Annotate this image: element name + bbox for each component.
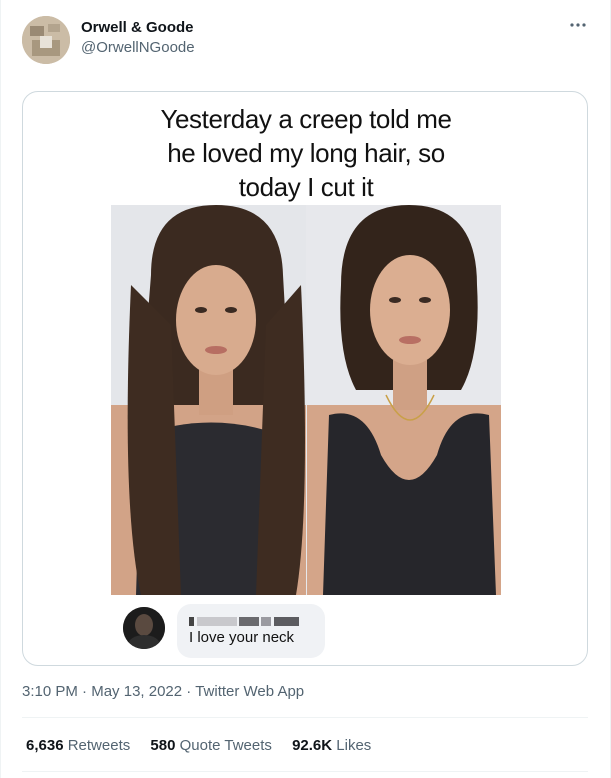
- commenter-avatar: [123, 607, 165, 649]
- caption-line: Yesterday a creep told me: [160, 104, 452, 134]
- facebook-comment: I love your neck: [123, 604, 493, 658]
- likes-label: Likes: [336, 737, 372, 754]
- quote-tweets-stat[interactable]: 580 Quote Tweets: [150, 737, 271, 754]
- tweet: Orwell & Goode @OrwellNGoode Yesterday a…: [0, 0, 611, 778]
- tweet-source[interactable]: Twitter Web App: [195, 683, 304, 700]
- more-options-icon[interactable]: [567, 18, 589, 32]
- avatar-image: [22, 16, 70, 64]
- before-after-photo: [111, 205, 501, 595]
- quote-tweets-label: Quote Tweets: [179, 737, 272, 754]
- likes-stat[interactable]: 92.6K Likes: [292, 737, 371, 754]
- tweet-time[interactable]: 3:10 PM: [22, 683, 78, 700]
- meta-separator: ·: [182, 683, 196, 700]
- author-avatar[interactable]: [22, 16, 70, 64]
- author-name[interactable]: Orwell & Goode: [81, 19, 194, 36]
- retweets-stat[interactable]: 6,636 Retweets: [26, 737, 130, 754]
- tweet-media[interactable]: Yesterday a creep told me he loved my lo…: [22, 91, 588, 666]
- meme-image: Yesterday a creep told me he loved my lo…: [111, 92, 501, 665]
- tweet-stats: 6,636 Retweets 580 Quote Tweets 92.6K Li…: [26, 737, 387, 754]
- quote-tweets-count: 580: [150, 737, 176, 754]
- comment-text: I love your neck: [189, 629, 295, 646]
- retweets-count: 6,636: [26, 737, 64, 754]
- tweet-meta: 3:10 PM · May 13, 2022 · Twitter Web App: [22, 683, 304, 700]
- likes-count: 92.6K: [292, 737, 333, 754]
- meme-caption: Yesterday a creep told me he loved my lo…: [111, 102, 501, 204]
- caption-line: he loved my long hair, so: [167, 138, 445, 168]
- divider: [22, 771, 588, 772]
- divider: [22, 717, 588, 718]
- meta-separator: ·: [77, 683, 92, 700]
- comment-bubble: I love your neck: [177, 604, 325, 658]
- caption-line: today I cut it: [238, 172, 374, 202]
- author-handle[interactable]: @OrwellNGoode: [81, 39, 195, 56]
- redacted-name: [189, 613, 309, 626]
- retweets-label: Retweets: [67, 737, 131, 754]
- tweet-date[interactable]: May 13, 2022: [91, 683, 182, 700]
